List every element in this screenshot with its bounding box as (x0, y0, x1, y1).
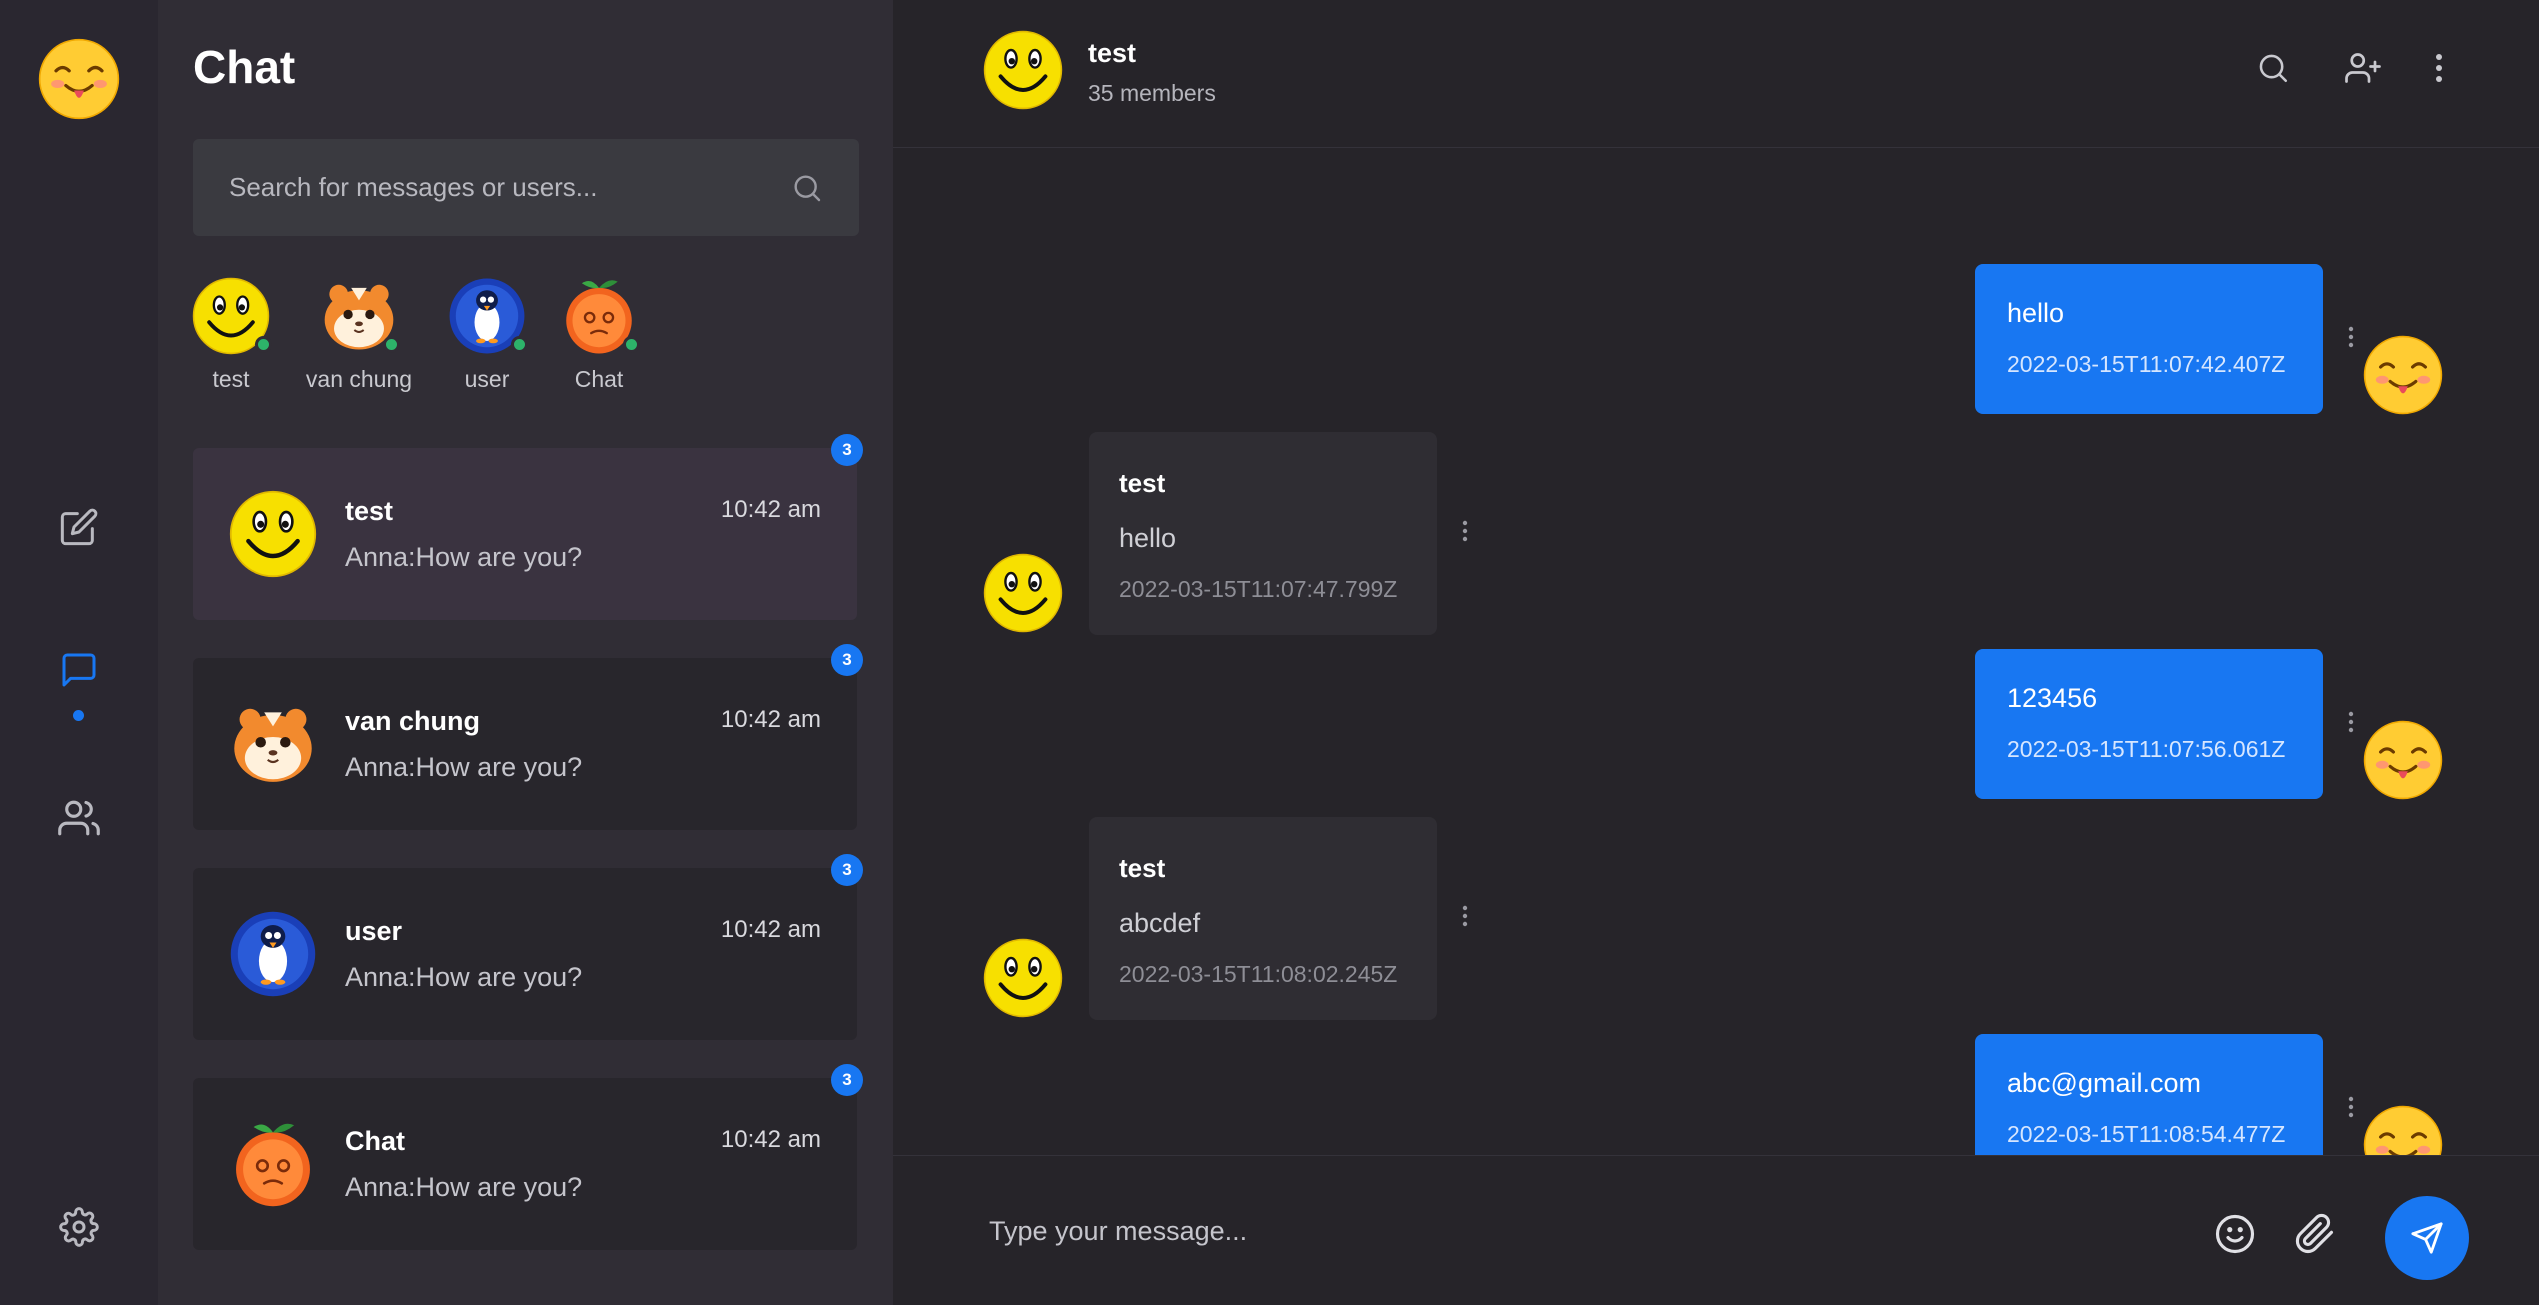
search-icon[interactable] (2249, 44, 2297, 92)
message-text: 123456 (2007, 683, 2098, 713)
online-status-dot (623, 336, 640, 353)
avatar (2363, 720, 2443, 800)
message-options-icon[interactable] (2339, 1087, 2363, 1127)
paperclip-icon[interactable] (2287, 1206, 2343, 1262)
message-timestamp: 2022-03-15T11:08:02.245Z (1119, 961, 1398, 987)
emoji-icon[interactable] (2207, 1206, 2263, 1262)
conversation-item-van-chung[interactable]: van chung Anna:How are you? 10:42 am 3 (193, 644, 863, 830)
conversation-time: 10:42 am (720, 1126, 821, 1153)
conversation-item-test[interactable]: test Anna:How are you? 10:42 am 3 (193, 434, 863, 620)
message-outgoing: 123456 2022-03-15T11:07:56.061Z (1975, 649, 2323, 799)
search-icon[interactable] (791, 172, 823, 204)
conversation-last-message: Anna:How are you? (345, 1172, 583, 1202)
message-timestamp: 2022-03-15T11:08:54.477Z (2007, 1121, 2286, 1147)
chat-avatar[interactable] (983, 30, 1063, 110)
online-user-name: van chung (305, 366, 413, 392)
conversation-item-user[interactable]: user Anna:How are you? 10:42 am 3 (193, 854, 863, 1040)
message-outgoing: hello 2022-03-15T11:07:42.407Z (1975, 264, 2323, 414)
online-status-dot (255, 336, 272, 353)
avatar (229, 490, 317, 578)
message-incoming: test abcdef 2022-03-15T11:08:02.245Z (1089, 817, 1437, 1020)
message-sender: test (1119, 468, 1166, 498)
send-button[interactable] (2385, 1196, 2469, 1280)
unread-badge: 3 (831, 1064, 863, 1096)
conversation-sidebar: Chat test van chung (158, 0, 893, 1305)
search-input[interactable] (229, 172, 791, 203)
chat-bubble-icon[interactable] (50, 641, 108, 699)
online-status-dot (383, 336, 400, 353)
message-options-icon[interactable] (2339, 317, 2363, 357)
message-timestamp: 2022-03-15T11:07:56.061Z (2007, 736, 2286, 762)
online-status-dot (511, 336, 528, 353)
online-user-chat[interactable]: Chat (539, 277, 659, 393)
settings-icon[interactable] (50, 1198, 108, 1256)
active-indicator (73, 710, 84, 721)
avatar (983, 553, 1063, 633)
message-composer (893, 1155, 2539, 1305)
add-user-icon[interactable] (2339, 44, 2387, 92)
users-icon[interactable] (50, 789, 108, 847)
conversation-time: 10:42 am (720, 916, 821, 943)
compose-icon[interactable] (50, 498, 108, 556)
unread-badge: 3 (831, 644, 863, 676)
conversation-name: van chung (345, 706, 481, 736)
avatar (2363, 1105, 2443, 1155)
avatar (320, 277, 400, 355)
conversation-last-message: Anna:How are you? (345, 962, 583, 992)
avatar (229, 700, 317, 788)
online-user-name: test (212, 366, 250, 392)
chat-panel: test 35 members hello 2022-03-15T11:07:4… (893, 0, 2539, 1305)
message-list: hello 2022-03-15T11:07:42.407Z test hell… (893, 149, 2539, 1155)
conversation-last-message: Anna:How are you? (345, 752, 583, 782)
avatar (2363, 335, 2443, 415)
online-user-name: Chat (574, 366, 624, 392)
message-options-icon[interactable] (2339, 702, 2363, 742)
conversation-item-chat[interactable]: Chat Anna:How are you? 10:42 am 3 (193, 1064, 863, 1250)
conversation-name: Chat (345, 1126, 405, 1156)
online-user-test[interactable]: test (171, 277, 291, 393)
avatar (229, 1120, 317, 1208)
nav-rail (0, 0, 158, 1305)
chat-header: test 35 members (893, 0, 2539, 148)
avatar (560, 277, 640, 355)
message-text: hello (1119, 523, 1177, 553)
message-incoming: test hello 2022-03-15T11:07:47.799Z (1089, 432, 1437, 635)
online-user-user[interactable]: user (427, 277, 547, 393)
message-text: abc@gmail.com (2007, 1068, 2201, 1098)
avatar (229, 910, 317, 998)
message-input[interactable] (989, 1191, 2089, 1271)
sidebar-title: Chat (193, 41, 296, 93)
message-outgoing: abc@gmail.com 2022-03-15T11:08:54.477Z (1975, 1034, 2323, 1155)
unread-badge: 3 (831, 854, 863, 886)
send-icon (2410, 1221, 2444, 1255)
message-sender: test (1119, 853, 1166, 883)
avatar (192, 277, 272, 355)
conversation-name: test (345, 496, 394, 526)
online-user-name: user (464, 366, 510, 392)
message-options-icon[interactable] (1453, 896, 1477, 936)
message-timestamp: 2022-03-15T11:07:47.799Z (1119, 576, 1398, 602)
conversation-time: 10:42 am (720, 496, 821, 523)
conversation-last-message: Anna:How are you? (345, 542, 583, 572)
message-options-icon[interactable] (1453, 511, 1477, 551)
chat-member-count: 35 members (1088, 80, 1216, 106)
profile-avatar[interactable] (38, 38, 120, 120)
chat-title[interactable]: test (1088, 38, 1136, 69)
sidebar-search (193, 139, 859, 236)
conversation-time: 10:42 am (720, 706, 821, 733)
message-text: hello (2007, 298, 2065, 328)
message-text: abcdef (1119, 908, 1201, 938)
avatar (448, 277, 528, 355)
avatar (983, 938, 1063, 1018)
online-users-strip: test van chung user Chat (193, 277, 893, 407)
online-user-van-chung[interactable]: van chung (299, 277, 419, 393)
message-timestamp: 2022-03-15T11:07:42.407Z (2007, 351, 2286, 377)
more-vertical-icon[interactable] (2415, 44, 2463, 92)
conversation-name: user (345, 916, 403, 946)
unread-badge: 3 (831, 434, 863, 466)
